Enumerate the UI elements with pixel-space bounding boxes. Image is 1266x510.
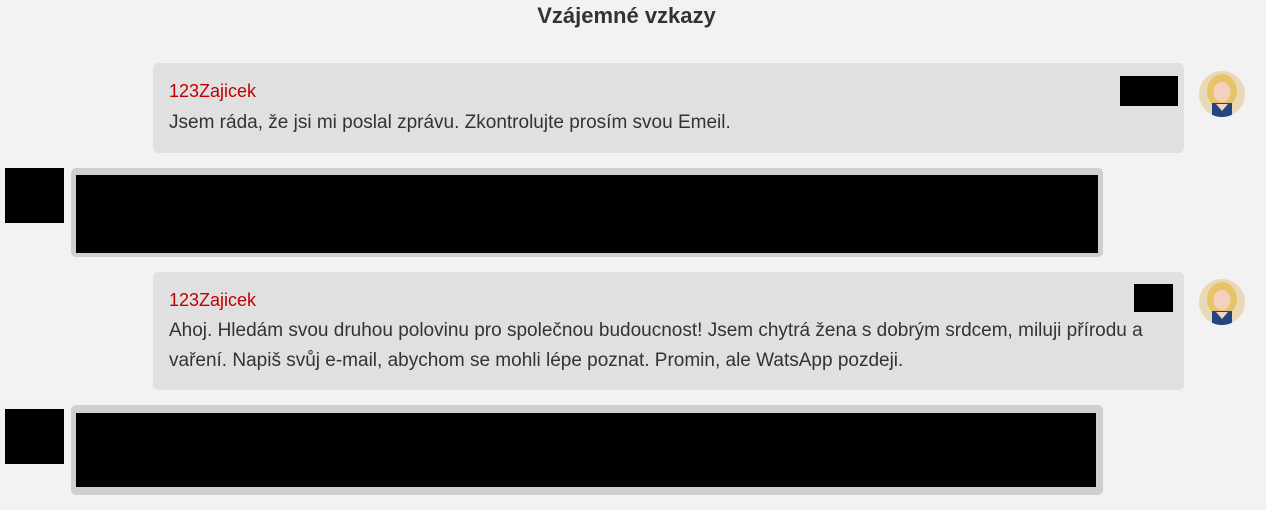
sender-avatar[interactable] bbox=[1199, 71, 1245, 117]
redacted-timestamp bbox=[1120, 76, 1178, 106]
message-text-line: vaření. Napiš svůj e-mail, abychom se mo… bbox=[169, 350, 904, 371]
sender-avatar[interactable] bbox=[1199, 279, 1245, 325]
message-bubble-incoming: 123Zajicek Jsem ráda, že jsi mi poslal z… bbox=[153, 63, 1184, 153]
woman-avatar-icon bbox=[1199, 279, 1245, 325]
message-text: Jsem ráda, že jsi mi poslal zprávu. Zkon… bbox=[169, 112, 731, 133]
redacted-message bbox=[76, 413, 1096, 487]
redacted-avatar bbox=[5, 168, 64, 223]
message-sender[interactable]: 123Zajicek bbox=[169, 289, 256, 311]
redacted-avatar bbox=[5, 409, 64, 464]
message-bubble-outgoing bbox=[71, 168, 1103, 257]
redacted-timestamp bbox=[1134, 284, 1173, 312]
page-title: Vzájemné vzkazy bbox=[537, 3, 716, 28]
message-bubble-outgoing bbox=[71, 405, 1103, 495]
message-text-line: Ahoj. Hledám svou druhou polovinu pro sp… bbox=[169, 320, 1143, 341]
woman-avatar-icon bbox=[1199, 71, 1245, 117]
message-sender[interactable]: 123Zajicek bbox=[169, 80, 256, 102]
message-bubble-incoming: 123Zajicek Ahoj. Hledám svou druhou polo… bbox=[153, 272, 1184, 390]
redacted-message bbox=[76, 175, 1098, 253]
